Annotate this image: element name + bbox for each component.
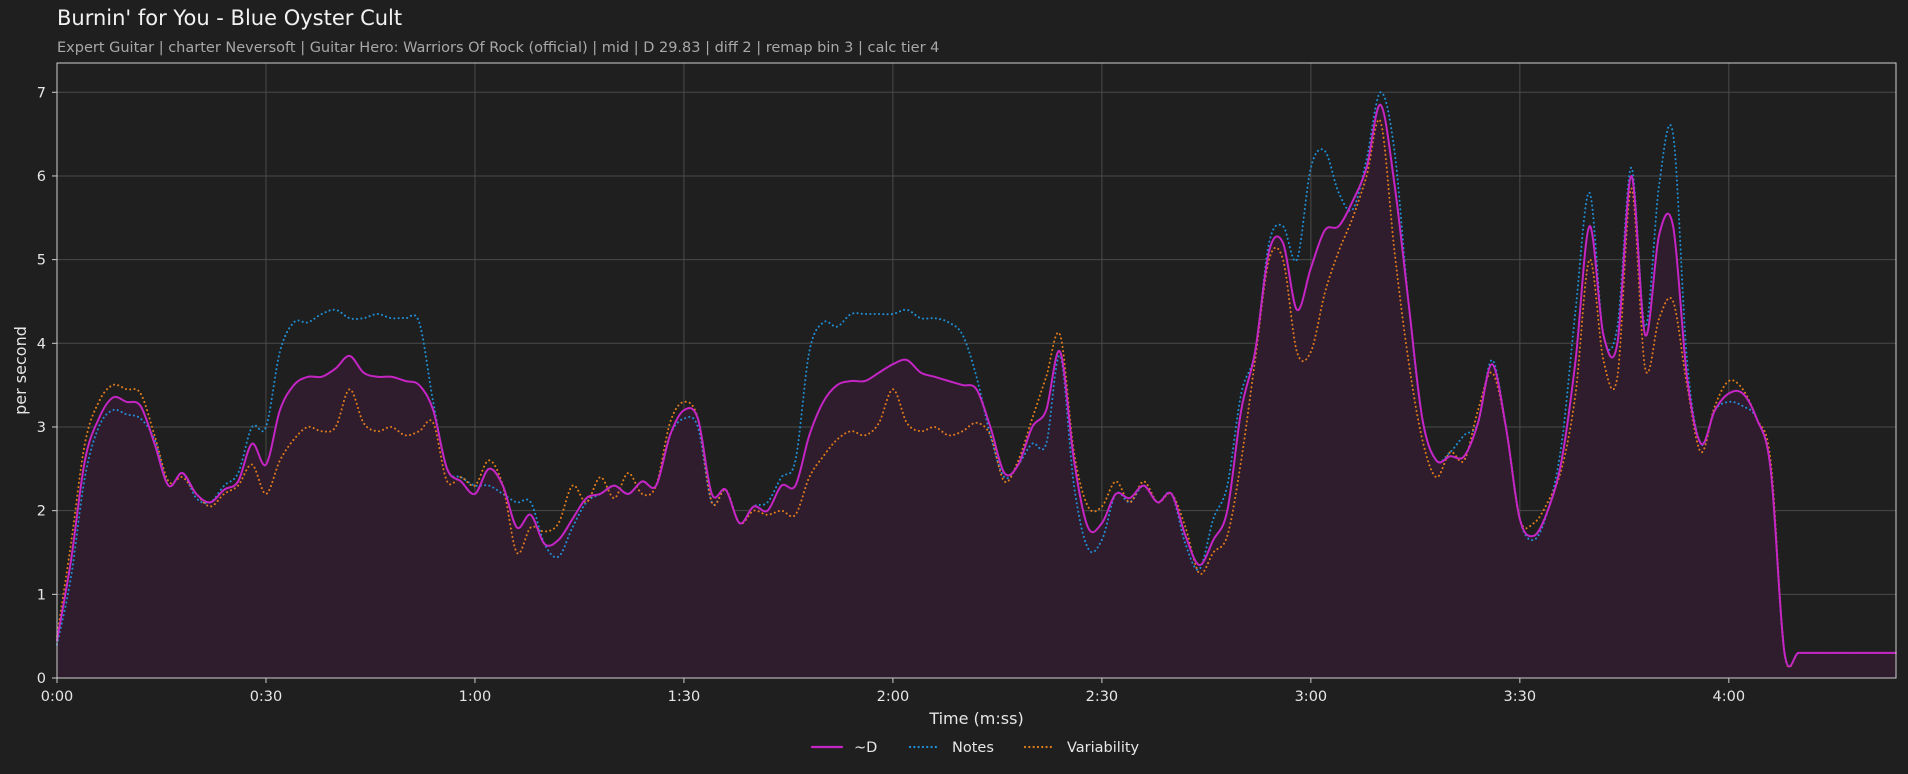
y-tick-label: 7 (37, 85, 46, 101)
y-tick-label: 4 (37, 336, 46, 352)
x-tick-label: 1:30 (668, 689, 701, 705)
d-area-fill (57, 104, 1896, 678)
x-tick-label: 3:00 (1295, 689, 1328, 705)
y-tick-label: 5 (37, 253, 46, 269)
line-chart: 0:00 0:30 1:00 1:30 2:00 2:30 3:00 3:30 4:00 0 1 2 3… (11, 62, 1897, 756)
y-tick-label: 2 (37, 504, 46, 520)
x-tick-label: 4:00 (1713, 689, 1746, 705)
x-tick-label: 1:00 (459, 689, 492, 705)
y-tick-label: 1 (37, 587, 46, 603)
y-tick-label: 0 (37, 671, 46, 687)
legend: ~D Notes Variability (810, 740, 1140, 756)
y-tick-label: 3 (37, 420, 46, 436)
legend-label: Variability (1067, 740, 1140, 756)
y-axis-label: per second (11, 326, 30, 415)
legend-label: Notes (952, 740, 994, 756)
x-axis-label: Time (m:ss) (928, 709, 1023, 728)
legend-label: ~D (854, 740, 877, 756)
x-tick-label: 2:30 (1086, 689, 1119, 705)
x-tick-label: 2:00 (877, 689, 910, 705)
x-tick-label: 0:00 (41, 689, 74, 705)
x-tick-label: 0:30 (250, 689, 283, 705)
area-fill (57, 104, 1896, 678)
x-tick-label: 3:30 (1504, 689, 1537, 705)
y-tick-label: 6 (37, 169, 46, 185)
